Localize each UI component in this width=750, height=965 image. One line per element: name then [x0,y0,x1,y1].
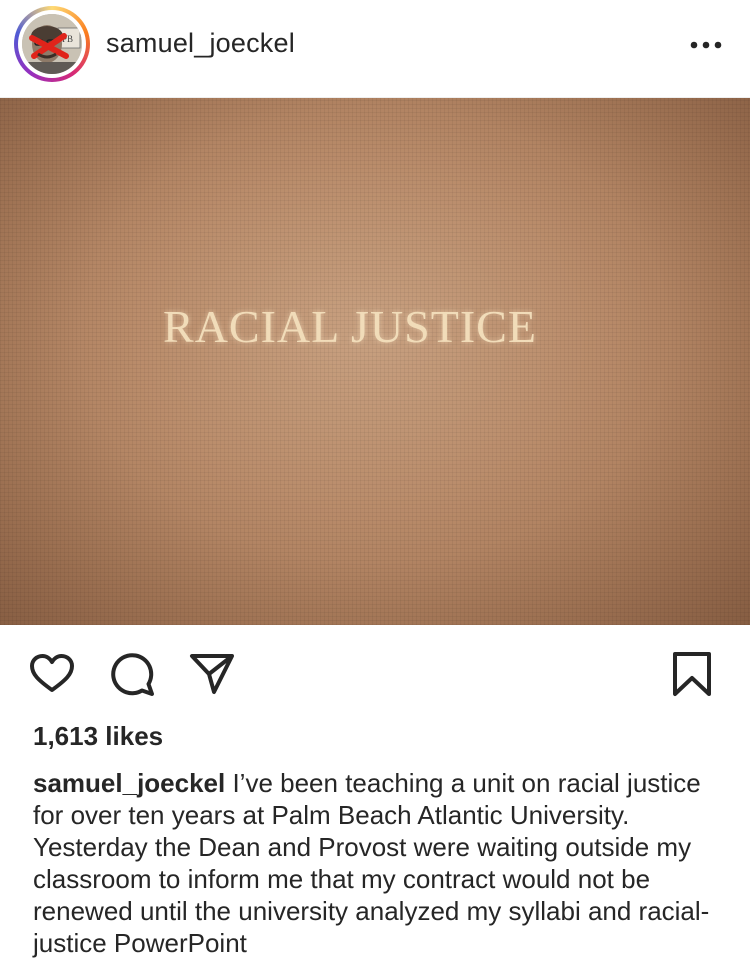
post-photo[interactable]: RACIAL JUSTICE [0,98,750,625]
more-horizontal-icon [690,41,722,49]
share-button[interactable] [188,650,236,698]
post-actions [0,625,750,723]
avatar-story-ring[interactable]: PB [14,6,90,82]
caption-username[interactable]: samuel_joeckel [33,768,225,798]
like-button[interactable] [28,650,76,698]
avatar-portrait-icon: PB [22,14,82,74]
slide-title: RACIAL JUSTICE [163,301,537,352]
likes-count[interactable]: 1,613 likes [33,721,163,752]
avatar-image: PB [22,14,82,74]
avatar[interactable]: PB [18,10,86,78]
send-icon [190,654,234,694]
comment-icon [111,653,154,696]
bookmark-icon [673,652,711,696]
photo-vignette [0,98,750,625]
comment-button[interactable] [108,650,156,698]
heart-icon [30,654,74,692]
post-caption: samuel_joeckel I’ve been teaching a unit… [33,767,723,959]
more-options-button[interactable] [684,30,730,60]
post-header: PB samuel_joeckel [0,0,750,98]
save-button[interactable] [668,650,716,698]
post-username[interactable]: samuel_joeckel [106,28,295,59]
